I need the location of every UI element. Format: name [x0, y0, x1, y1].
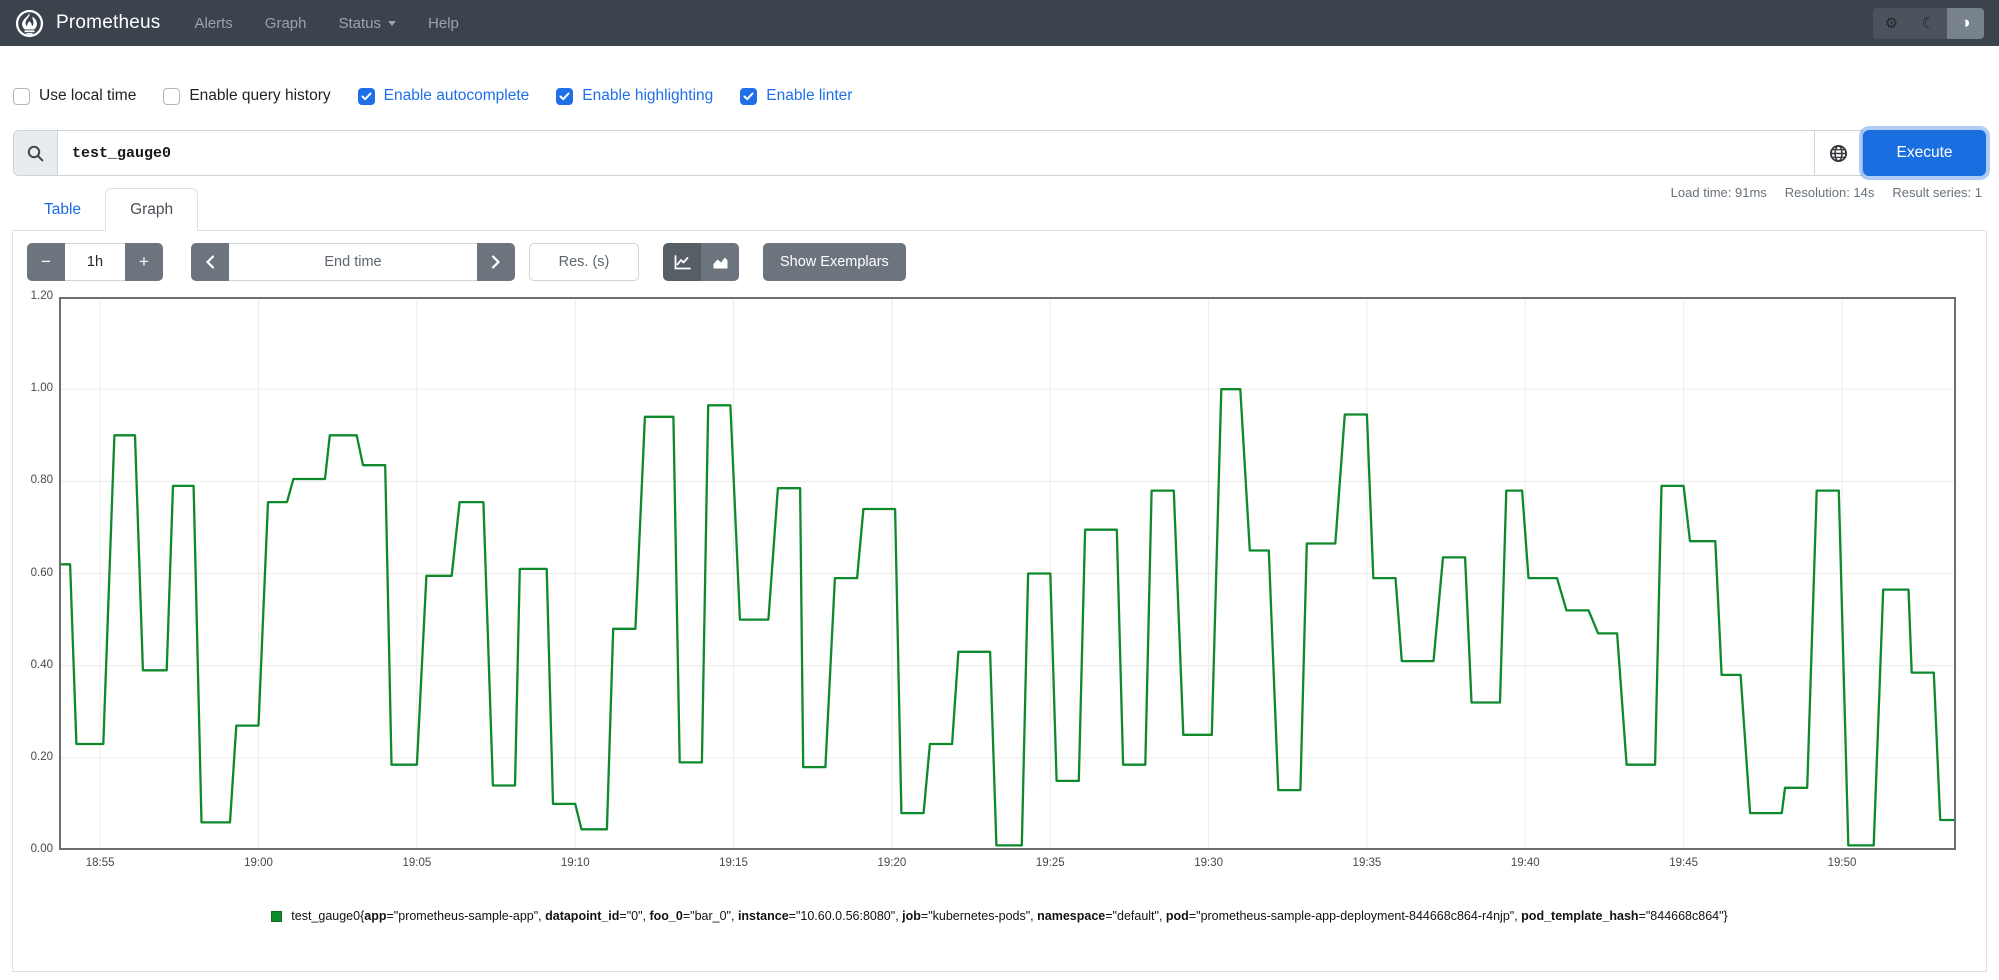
option-enable-query-history[interactable]: Enable query history — [163, 87, 331, 105]
load-time: Load time: 91ms — [1670, 185, 1767, 200]
y-axis-tick-label: 0.80 — [30, 474, 53, 487]
x-axis-tick-label: 19:50 — [1827, 857, 1857, 869]
nav-link-alerts[interactable]: Alerts — [194, 15, 232, 32]
y-axis-tick-label: 0.00 — [30, 843, 53, 855]
checkbox-unchecked-icon[interactable] — [13, 87, 30, 105]
series-color-swatch — [271, 910, 283, 922]
gridlines — [59, 297, 1956, 850]
y-axis-tick-label: 1.20 — [30, 290, 53, 302]
series-line-test-gauge0 — [59, 388, 1956, 847]
resolution-input[interactable] — [529, 243, 639, 281]
option-enable-autocomplete[interactable]: Enable autocomplete — [357, 87, 530, 105]
x-axis-tick-label: 19:25 — [1035, 857, 1065, 869]
prometheus-app: Prometheus Alerts Graph Status Help ⚙ ☾ ◑ U… — [0, 0, 1999, 980]
resolution: Resolution: 14s — [1784, 185, 1875, 200]
range-increase-button[interactable]: + — [125, 243, 163, 281]
checkbox-unchecked-icon[interactable] — [163, 87, 181, 105]
y-axis-tick-label: 1.00 — [30, 382, 53, 395]
search-icon — [13, 130, 57, 176]
x-axis-tick-label: 19:10 — [560, 857, 590, 869]
y-axis-tick-label: 0.40 — [30, 658, 53, 671]
auto-theme-contrast-icon[interactable]: ◑ — [1947, 7, 1984, 39]
option-label: Enable highlighting — [582, 87, 714, 104]
x-axis-tick-label: 18:55 — [85, 857, 115, 869]
settings-gear-icon[interactable]: ⚙ — [1873, 8, 1910, 39]
time-back-chevron-left-icon[interactable] — [191, 243, 229, 281]
graph-panel: − + Show E — [12, 230, 1987, 972]
chart-type-toggle — [663, 243, 739, 281]
brand-title: Prometheus — [56, 12, 161, 33]
show-exemplars-button[interactable]: Show Exemplars — [763, 243, 906, 281]
option-use-local-time[interactable]: Use local time — [13, 87, 136, 105]
metrics-explorer-globe-icon[interactable] — [1814, 130, 1863, 176]
checkbox-checked-icon[interactable] — [556, 87, 574, 105]
y-axis-tick-label: 0.20 — [30, 750, 53, 763]
nav-link-help[interactable]: Help — [428, 15, 459, 32]
end-time-input[interactable] — [229, 243, 477, 281]
nav-link-status[interactable]: Status — [339, 15, 397, 32]
theme-toggle-group: ⚙ ☾ ◑ — [1873, 7, 1984, 39]
tab-graph[interactable]: Graph — [105, 188, 199, 231]
query-expression-input[interactable] — [57, 130, 1814, 176]
series-legend[interactable]: test_gauge0{app="prometheus-sample-app",… — [13, 909, 1986, 923]
checkbox-checked-icon[interactable] — [740, 87, 758, 105]
x-axis-tick-label: 19:45 — [1669, 857, 1699, 869]
end-time-control — [191, 243, 515, 281]
query-options-row: Use local time Enable query history Enable… — [13, 83, 852, 109]
x-axis-tick-label: 19:00 — [244, 857, 273, 869]
option-label: Use local time — [39, 87, 137, 104]
time-forward-chevron-right-icon[interactable] — [477, 243, 515, 281]
query-bar: Execute — [13, 130, 1986, 176]
navbar: Prometheus Alerts Graph Status Help ⚙ ☾ ◑ — [0, 0, 1999, 46]
x-axis-tick-label: 19:40 — [1510, 857, 1540, 869]
graph-controls: − + Show E — [27, 243, 906, 281]
nav-links: Alerts Graph Status Help — [194, 15, 458, 32]
checkbox-checked-icon[interactable] — [357, 87, 375, 105]
x-axis-tick-label: 19:30 — [1194, 857, 1223, 869]
execute-button[interactable]: Execute — [1863, 130, 1986, 176]
stacked-chart-icon[interactable] — [701, 243, 739, 281]
nav-link-graph[interactable]: Graph — [265, 15, 307, 32]
x-axis-tick-label: 19:05 — [402, 857, 432, 869]
option-enable-linter[interactable]: Enable linter — [740, 87, 852, 105]
x-axis-tick-label: 19:20 — [877, 857, 907, 869]
tab-table[interactable]: Table — [20, 188, 105, 231]
option-label: Enable query history — [189, 87, 331, 104]
series-label-text: test_gauge0{app="prometheus-sample-app",… — [291, 909, 1728, 923]
x-axis-tick-label: 19:15 — [719, 857, 748, 869]
brand[interactable]: Prometheus — [15, 9, 160, 38]
range-control: − + — [27, 243, 163, 281]
y-axis-tick-label: 0.60 — [30, 566, 53, 579]
dark-mode-moon-icon[interactable]: ☾ — [1910, 8, 1947, 39]
prometheus-logo-icon — [15, 9, 44, 37]
result-series: Result series: 1 — [1892, 185, 1982, 200]
option-label: Enable linter — [766, 87, 853, 104]
panel-tabs: Table Graph — [20, 188, 199, 231]
range-decrease-button[interactable]: − — [27, 243, 65, 281]
option-enable-highlighting[interactable]: Enable highlighting — [556, 87, 713, 105]
line-chart-icon[interactable] — [663, 243, 701, 281]
query-stats: Load time: 91ms Resolution: 14s Result s… — [1671, 185, 1982, 200]
option-label: Enable autocomplete — [383, 87, 530, 104]
graph-canvas[interactable] — [59, 297, 1956, 850]
x-axis-tick-label: 19:35 — [1352, 857, 1382, 869]
range-input[interactable] — [65, 243, 125, 281]
caret-down-icon — [388, 20, 397, 26]
